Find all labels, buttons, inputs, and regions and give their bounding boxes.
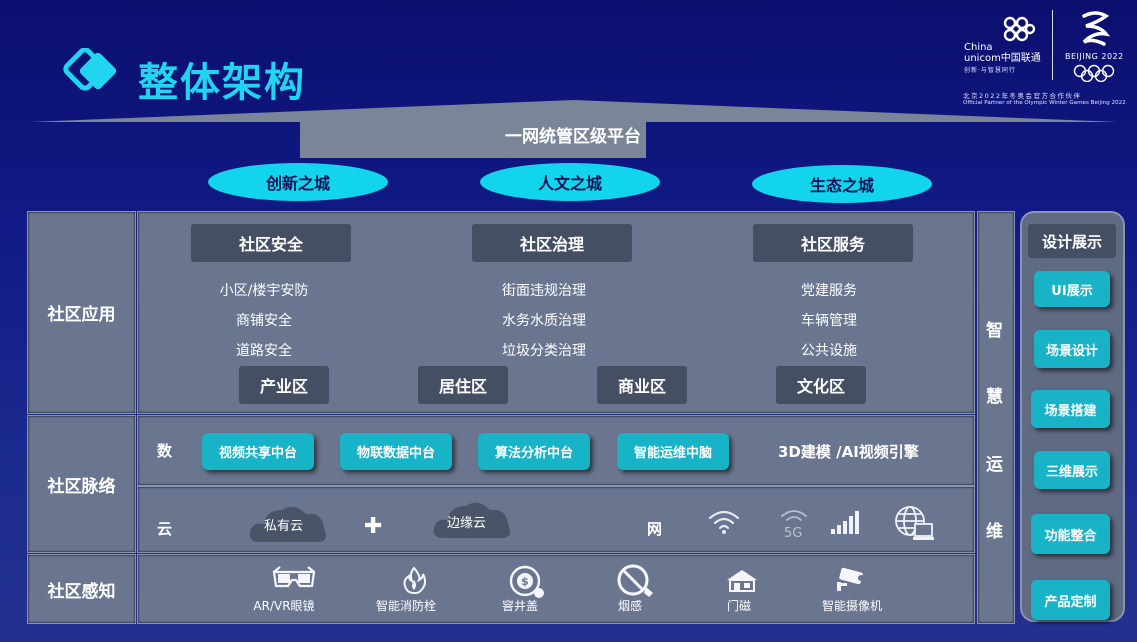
beijing-emblem-icon	[1082, 11, 1111, 46]
net-label: 网	[647, 520, 663, 538]
list-item: 公共设施	[801, 343, 857, 359]
svg-text:$: $	[521, 575, 529, 588]
ops-char: 慧	[986, 387, 1003, 407]
house-door-label: 门磁	[726, 599, 751, 613]
official-partner-cn: 北京2022年冬奥会官方合作伙伴	[963, 92, 1082, 100]
vr-glasses-icon	[272, 566, 316, 588]
zone-culture: 文化区	[776, 366, 866, 404]
cloud-label: 云	[157, 520, 173, 538]
category-safety: 社区安全	[191, 224, 351, 262]
fire-hydrant-icon	[403, 566, 426, 594]
zone-residential: 居住区	[418, 366, 508, 404]
ops-char: 运	[986, 455, 1003, 475]
unicom-brand: China unicom中国联通	[964, 42, 1041, 64]
city-humanity: 人文之城	[480, 163, 660, 201]
list-item: 水务水质治理	[502, 313, 586, 329]
product-custom-button[interactable]: 产品定制	[1031, 580, 1110, 620]
partner-divider	[1052, 10, 1053, 80]
list-item: 垃圾分类治理	[502, 343, 586, 359]
svg-text:5G: 5G	[784, 526, 802, 540]
globe-computer-icon	[895, 506, 934, 540]
zone-industry: 产业区	[239, 366, 329, 404]
algorithm-platform-button[interactable]: 算法分析中台	[478, 433, 590, 470]
beijing-2022-label: BEIJING 2022	[1065, 52, 1124, 61]
ui-showcase-button[interactable]: UI展示	[1034, 271, 1110, 307]
no-smoking-label: 烟感	[617, 599, 642, 613]
ops-char: 维	[986, 522, 1003, 542]
platform-label: 一网统管区级平台	[505, 127, 641, 147]
ops-char: 智	[986, 321, 1003, 341]
no-smoking-icon	[617, 564, 653, 597]
olympic-rings-icon	[1073, 64, 1115, 82]
signal-bars-icon	[831, 511, 859, 534]
list-item: 街面违规治理	[502, 283, 586, 299]
private-cloud-label: 私有云	[264, 519, 304, 534]
manhole-cover-label: 窨井盖	[501, 599, 538, 613]
wifi-icon	[708, 510, 740, 534]
application-label: 社区应用	[27, 211, 136, 414]
list-item: 道路安全	[236, 343, 292, 359]
video-platform-button[interactable]: 视频共享中台	[202, 433, 314, 470]
3d-showcase-button[interactable]: 三维展示	[1034, 451, 1110, 489]
plus-icon: ✚	[364, 514, 383, 539]
list-item: 车辆管理	[801, 313, 857, 329]
smart-ops-panel	[977, 211, 1015, 624]
unicom-tagline: 创新·与智慧同行	[964, 67, 1016, 74]
ops-brain-button[interactable]: 智能运维中脑	[617, 433, 729, 470]
perception-label: 社区感知	[27, 554, 136, 624]
diamond-logo-icon	[63, 48, 117, 91]
zone-commercial: 商业区	[597, 366, 687, 404]
scene-build-button[interactable]: 场景搭建	[1031, 390, 1110, 428]
vr-glasses-label: AR/VR眼镜	[253, 599, 315, 613]
list-item: 商铺安全	[236, 313, 292, 329]
5g-icon: 5G	[781, 510, 807, 540]
category-service: 社区服务	[753, 224, 913, 262]
house-door-icon	[727, 570, 757, 592]
camera-label: 智能摄像机	[821, 599, 882, 613]
city-innovation: 创新之城	[208, 163, 388, 201]
feature-integration-button[interactable]: 功能整合	[1031, 514, 1110, 554]
edge-cloud-label: 边缘云	[447, 516, 487, 531]
iot-platform-button[interactable]: 物联数据中台	[340, 433, 452, 470]
category-governance: 社区治理	[472, 224, 632, 262]
list-item: 小区/楼宇安防	[219, 283, 309, 299]
engine-label: 3D建模 /AI视频引擎	[778, 443, 919, 461]
city-ecology: 生态之城	[752, 165, 932, 203]
unicom-knot-icon	[1003, 16, 1036, 42]
list-item: 党建服务	[801, 283, 857, 299]
scene-design-button[interactable]: 场景设计	[1034, 330, 1110, 368]
manhole-cover-icon: $	[509, 565, 544, 598]
partner-block: China unicom中国联通 创新·与智慧同行 BEIJING 2022 北…	[962, 8, 1132, 112]
network-label: 社区脉络	[27, 415, 136, 553]
design-title: 设计展示	[1028, 224, 1116, 258]
camera-icon	[837, 567, 864, 591]
data-label: 数	[157, 442, 173, 460]
fire-hydrant-label: 智能消防栓	[375, 599, 436, 613]
